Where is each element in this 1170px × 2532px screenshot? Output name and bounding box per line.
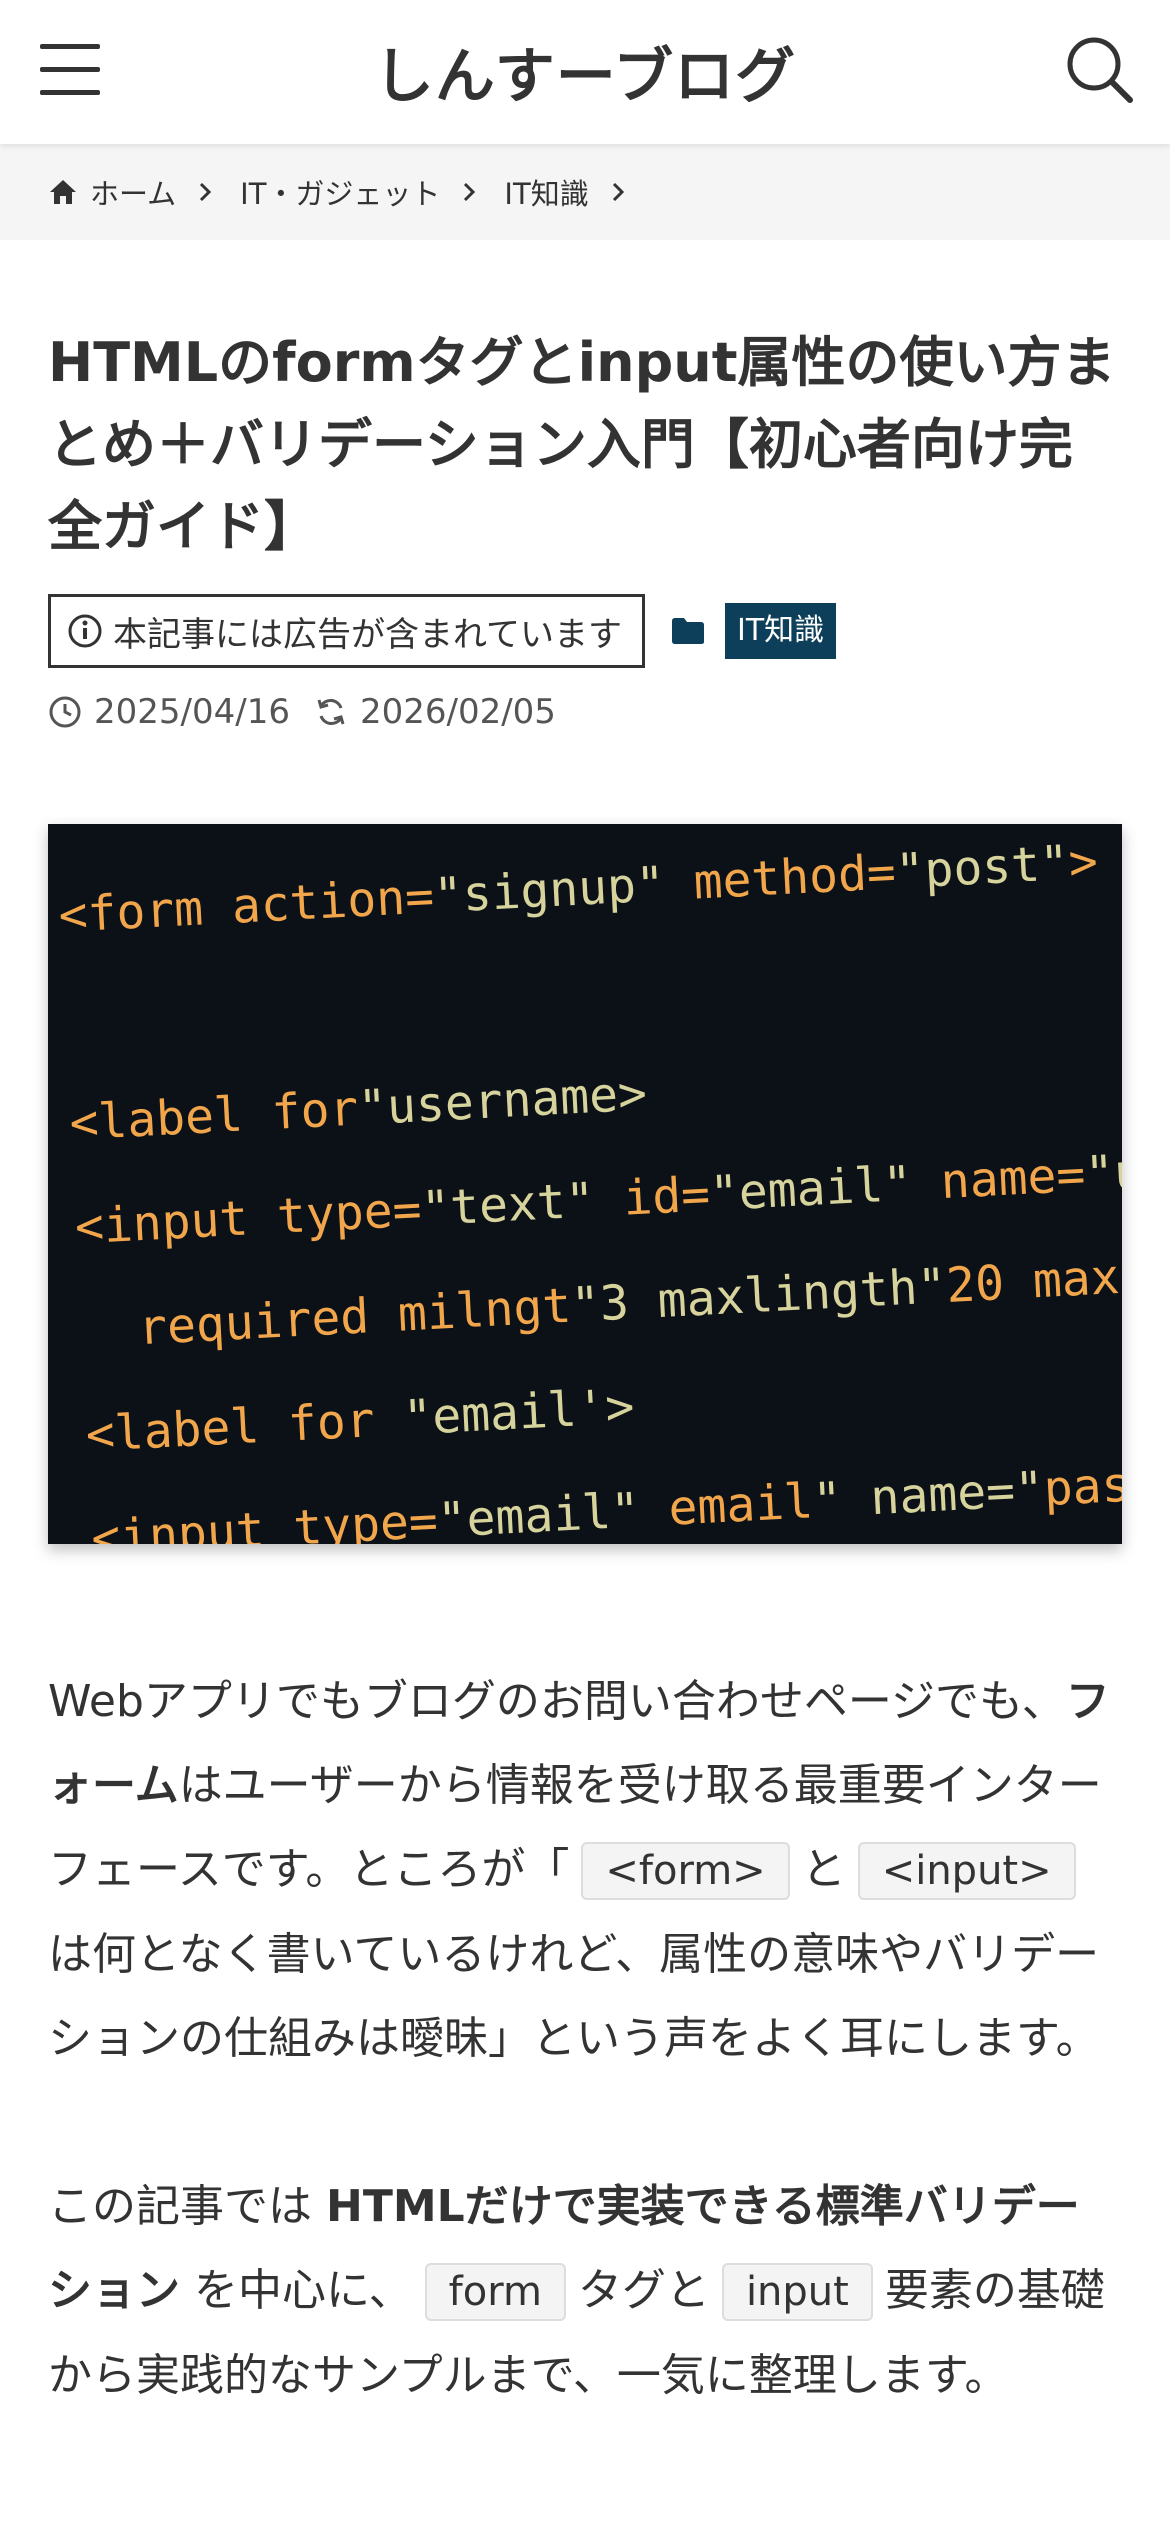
text: この記事では [48,2181,326,2232]
breadcrumb-label: ホーム [90,177,177,211]
info-icon [68,614,102,648]
inline-code: form [424,2263,566,2321]
breadcrumb: ホーム IT・ガジェット IT知識 [0,144,1170,240]
chevron-right-icon [611,181,625,203]
chevron-right-icon [198,181,212,203]
search-icon[interactable] [1064,34,1136,106]
breadcrumb-it-gadget[interactable]: IT・ガジェット [240,171,440,213]
category-tag[interactable]: IT知識 [724,603,837,659]
article-body: Webアプリでもブログのお問い合わせページでも、フォームはユーザーから情報を受け… [48,1660,1122,2418]
post-dates: 2025/04/16 2026/02/05 [48,692,1122,732]
published-date-text: 2025/04/16 [94,692,290,732]
chevron-right-icon [462,181,476,203]
text: と [801,1844,846,1895]
inline-code: <input> [857,1842,1076,1900]
article: HTMLのformタグとinput属性の使い方まとめ＋バリデーション入門【初心者… [48,240,1122,2502]
eyecatch-image: <form action="signup" method="post"> <la… [48,824,1122,1544]
inline-code: <form> [581,1842,790,1900]
published-date: 2025/04/16 [48,692,290,732]
text: タグと [577,2265,710,2316]
refresh-icon [317,699,345,725]
updated-date: 2026/02/05 [314,692,556,732]
meta-row: 本記事には広告が含まれています IT知識 [48,594,1122,668]
paragraph: この記事では HTMLだけで実装できる標準バリデーション を中心に、 form タグ… [48,2165,1122,2418]
ad-notice-text: 本記事には広告が含まれています [113,614,622,655]
updated-date-text: 2026/02/05 [359,692,556,732]
text: を中心に、 [180,2265,413,2316]
home-icon [50,180,76,204]
site-header: しんすーブログ [0,0,1170,144]
breadcrumb-home[interactable]: ホーム [48,171,176,213]
folder-icon [671,617,705,645]
clock-icon [49,696,81,728]
breadcrumb-it-knowledge[interactable]: IT知識 [504,171,588,213]
site-title[interactable]: しんすーブログ [0,28,1170,115]
eyecatch-code: <form action="signup" method="post"> <la… [56,824,1122,1544]
inline-code: input [721,2263,873,2321]
paragraph: Webアプリでもブログのお問い合わせページでも、フォームはユーザーから情報を受け… [48,1660,1122,2081]
article-title: HTMLのformタグとinput属性の使い方まとめ＋バリデーション入門【初心者… [48,331,1116,558]
text: は何となく書いているけれど、属性の意味やバリデーションの仕組みは曖昧」という声を… [48,1929,1100,2064]
ad-notice: 本記事には広告が含まれています [48,594,645,668]
text: Webアプリでもブログのお問い合わせページでも、 [48,1676,1066,1727]
